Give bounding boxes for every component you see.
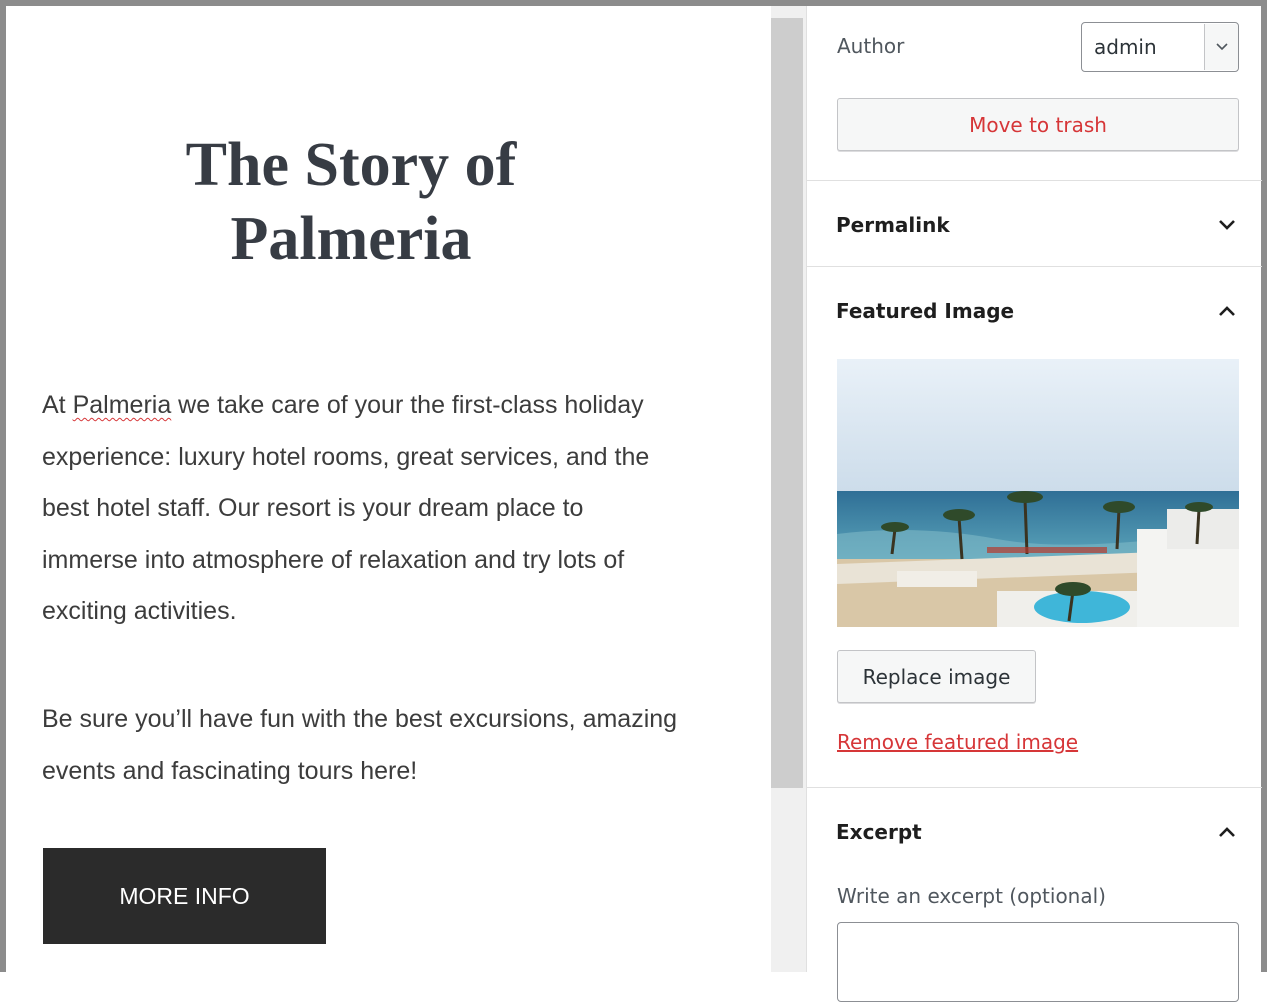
- editor-canvas[interactable]: The Story of Palmeria At Palmeria we tak…: [6, 6, 771, 972]
- excerpt-title: Excerpt: [836, 820, 922, 844]
- settings-sidebar: Author admin Move to trash Permalink Fea…: [806, 6, 1262, 1002]
- divider: [807, 787, 1262, 788]
- featured-image-title: Featured Image: [836, 299, 1015, 323]
- excerpt-field-label: Write an excerpt (optional): [837, 884, 1106, 908]
- chevron-down-icon: [1214, 212, 1240, 238]
- scrollbar-thumb[interactable]: [771, 18, 803, 788]
- chevron-up-icon: [1214, 298, 1240, 324]
- author-select[interactable]: admin: [1081, 22, 1239, 72]
- post-title[interactable]: The Story of Palmeria: [96, 128, 606, 276]
- author-label: Author: [837, 34, 905, 58]
- featured-image-preview[interactable]: [837, 359, 1239, 627]
- replace-image-button[interactable]: Replace image: [837, 650, 1036, 703]
- move-to-trash-button[interactable]: Move to trash: [837, 98, 1239, 151]
- chevron-up-icon: [1214, 819, 1240, 845]
- featured-image-panel-toggle[interactable]: Featured Image: [807, 286, 1262, 336]
- paragraph-block[interactable]: At Palmeria we take care of your the fir…: [42, 380, 682, 638]
- paragraph-text: we take care of your the first-class hol…: [42, 391, 650, 625]
- editor-scrollbar[interactable]: [771, 6, 806, 972]
- permalink-title: Permalink: [836, 213, 950, 237]
- chevron-down-icon: [1204, 24, 1238, 70]
- divider: [807, 266, 1262, 267]
- paragraph-block[interactable]: Be sure you’ll have fun with the best ex…: [42, 694, 682, 797]
- permalink-panel-toggle[interactable]: Permalink: [807, 200, 1262, 250]
- more-info-button[interactable]: MORE INFO: [43, 848, 326, 944]
- excerpt-panel-toggle[interactable]: Excerpt: [807, 807, 1262, 857]
- misspelled-word[interactable]: Palmeria: [73, 391, 172, 419]
- remove-featured-image-link[interactable]: Remove featured image: [837, 730, 1078, 754]
- paragraph-text: At: [42, 391, 73, 419]
- excerpt-textarea[interactable]: [837, 922, 1239, 1002]
- divider: [807, 180, 1262, 181]
- author-select-value: admin: [1094, 35, 1157, 59]
